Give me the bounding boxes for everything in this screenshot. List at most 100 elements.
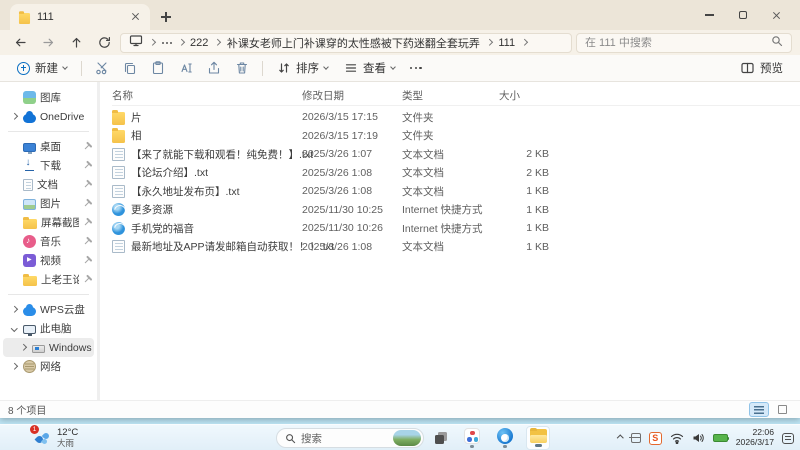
refresh-button[interactable] (92, 33, 116, 53)
sidebar-item[interactable]: 桌面 (3, 137, 94, 156)
drive-icon (32, 344, 45, 353)
wifi-icon[interactable] (670, 432, 684, 444)
forward-button[interactable] (36, 33, 60, 53)
app-icon-circles[interactable] (464, 428, 480, 445)
search-input[interactable] (585, 36, 771, 49)
notification-center-icon[interactable] (782, 432, 794, 444)
table-row[interactable]: 【论坛介绍】.txt 2025/3/26 1:08 文本文档 2 KB (112, 164, 800, 183)
back-button[interactable] (8, 33, 32, 53)
column-header-size[interactable]: 大小 (487, 88, 557, 103)
sidebar-item[interactable]: 音乐 (3, 232, 94, 251)
chevron-right-icon[interactable] (18, 344, 28, 351)
item-count: 8 个项目 (8, 406, 47, 417)
start-button[interactable] (250, 426, 267, 450)
table-row[interactable]: 【来了就能下载和观看！纯免费！】.txt 2025/3/26 1:07 文本文档 2 … (112, 145, 800, 164)
new-tab-button[interactable] (158, 9, 174, 25)
taskbar-clock[interactable]: 22:06 2026/3/17 (736, 428, 774, 447)
preview-button[interactable]: 预览 (733, 57, 790, 79)
battery-icon[interactable] (712, 433, 730, 443)
breadcrumb-overflow-icon[interactable] (161, 41, 172, 44)
file-size: 1 KB (526, 185, 549, 198)
icons-view-button[interactable] (772, 402, 792, 417)
sidebar-item[interactable]: 视频 (3, 251, 94, 270)
chevron-right-icon[interactable] (9, 113, 19, 120)
chevron-right-icon[interactable] (9, 306, 19, 313)
explorer-search-box[interactable] (576, 32, 792, 53)
table-row[interactable]: 更多资源 2025/11/30 10:25 Internet 快捷方式 1 KB (112, 201, 800, 220)
volume-icon[interactable] (692, 432, 705, 444)
address-bar: 222 补课女老师上门补课穿的太性感被下药迷翻全套玩弄 111 (0, 30, 800, 55)
minimize-button[interactable] (692, 2, 726, 28)
sidebar-item[interactable]: 文档 (3, 175, 94, 194)
new-button[interactable]: 新建 (10, 57, 74, 79)
sidebar-item-label: 屏幕截图 (41, 217, 79, 229)
breadcrumb-segment[interactable]: 111 (498, 37, 515, 49)
status-bar: 8 个项目 (0, 400, 800, 418)
download-icon (23, 157, 36, 172)
tab-111[interactable]: 111 (10, 4, 150, 30)
tab-title: 111 (37, 11, 54, 23)
sidebar-item[interactable]: 上老王论坛当 (3, 270, 94, 289)
tab-close-icon[interactable] (128, 10, 142, 24)
chevron-right-icon (214, 39, 221, 46)
column-header-date[interactable]: 修改日期 (302, 88, 402, 103)
tray-app-icon[interactable] (628, 433, 641, 443)
sidebar-item-label: 上老王论坛当 (41, 274, 79, 286)
sidebar-item[interactable]: 图片 (3, 194, 94, 213)
chevron-down-icon (323, 64, 329, 70)
file-size: 1 KB (526, 222, 549, 235)
cut-button[interactable] (89, 57, 115, 79)
sidebar-divider (8, 131, 89, 132)
chevron-right-icon[interactable] (9, 363, 19, 370)
picture-icon (23, 198, 36, 210)
sidebar-item-label: OneDrive (40, 110, 85, 123)
close-button[interactable] (760, 2, 794, 28)
sidebar-item-label: 此电脑 (40, 323, 72, 335)
chevron-down-icon[interactable] (9, 325, 19, 332)
breadcrumb[interactable]: 222 补课女老师上门补课穿的太性感被下药迷翻全套玩弄 111 (120, 32, 572, 53)
task-view-button[interactable] (433, 426, 451, 450)
tray-chevron-up-icon[interactable] (617, 434, 624, 442)
weather-widget[interactable]: 1 12°C 大雨 (30, 424, 78, 447)
view-button[interactable]: 查看 (337, 57, 402, 79)
details-view-button[interactable] (749, 402, 769, 417)
table-row[interactable]: 手机党的福音 2025/11/30 10:26 Internet 快捷方式 1 KB (112, 219, 800, 238)
sidebar-item[interactable]: 屏幕截图 (3, 213, 94, 232)
sidebar-item[interactable]: 下载 (3, 156, 94, 175)
column-header-name[interactable]: 名称 (112, 88, 302, 103)
breadcrumb-segment[interactable]: 222 (190, 37, 208, 49)
paste-button[interactable] (145, 57, 171, 79)
sidebar-item[interactable]: Windows-SSD (3, 338, 94, 357)
maximize-button[interactable] (726, 2, 760, 28)
file-explorer-window: 111 222 补课女老师上门补课穿的太性感被下药迷翻全套玩弄 111 在 11… (0, 0, 800, 418)
sidebar-item-label: 下载 (40, 160, 61, 172)
more-options-icon[interactable] (404, 66, 428, 70)
share-button[interactable] (201, 57, 227, 79)
sidebar-item[interactable]: 此电脑 (3, 319, 94, 338)
table-row[interactable]: 【永久地址发布页】.txt 2025/3/26 1:08 文本文档 1 KB (112, 182, 800, 201)
clock-date: 2026/3/17 (735, 437, 774, 447)
sort-button[interactable]: 排序 (270, 57, 335, 79)
table-row[interactable]: 片 2026/3/15 17:15 文件夹 (112, 108, 800, 127)
taskbar-search[interactable]: 搜索 (276, 428, 424, 448)
sogou-input-icon[interactable]: S (648, 431, 662, 445)
file-name: 更多资源 (131, 204, 173, 217)
sidebar-item[interactable]: OneDrive (3, 107, 94, 126)
sidebar-item[interactable]: WPS云盘 (3, 300, 94, 319)
sidebar-item[interactable]: 网络 (3, 357, 94, 376)
table-row[interactable]: 相 2026/3/15 17:19 文件夹 (112, 127, 800, 146)
sidebar-item[interactable]: 图库 (3, 88, 94, 107)
browser-app-icon[interactable] (497, 428, 513, 445)
up-button[interactable] (64, 33, 88, 53)
breadcrumb-segment[interactable]: 补课女老师上门补课穿的太性感被下药迷翻全套玩弄 (227, 35, 480, 51)
view-toggles (749, 402, 792, 417)
file-explorer-taskbar-icon[interactable] (529, 427, 547, 444)
delete-button[interactable] (229, 57, 255, 79)
column-header-type[interactable]: 类型 (402, 88, 487, 103)
taskbar-search-placeholder: 搜索 (301, 432, 322, 445)
file-name-cell: 【永久地址发布页】.txt (112, 184, 302, 199)
copy-button[interactable] (117, 57, 143, 79)
rename-button[interactable] (173, 57, 199, 79)
sidebar-item-label: 视频 (40, 255, 61, 267)
table-row[interactable]: 最新地址及APP请发邮箱自动获取！！！.txt 2025/3/26 1:08 文本文… (112, 238, 800, 257)
